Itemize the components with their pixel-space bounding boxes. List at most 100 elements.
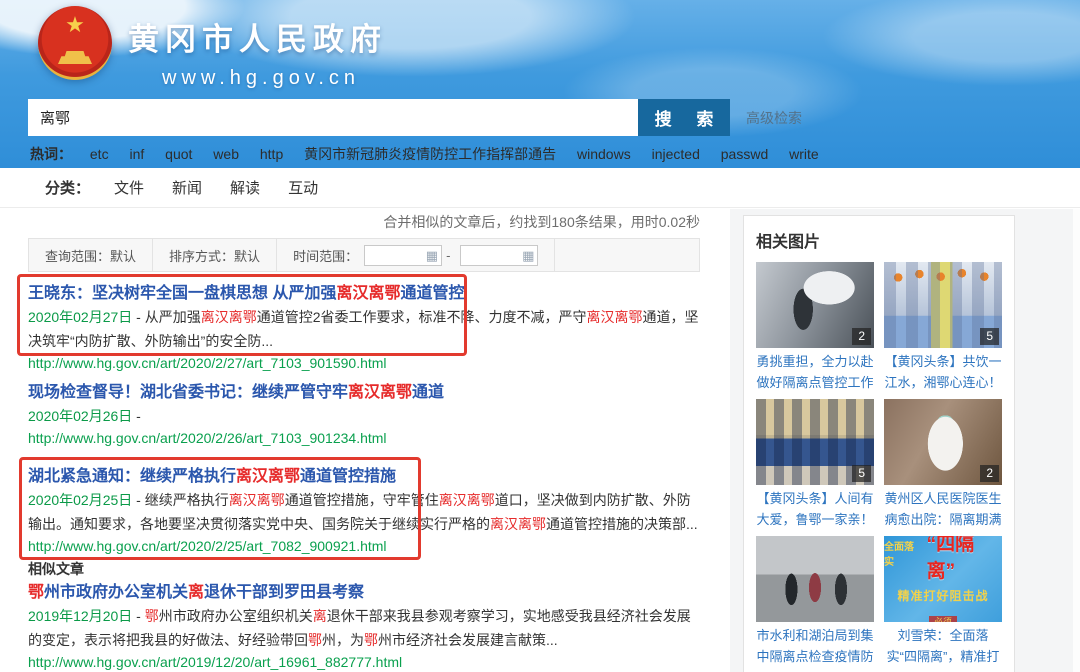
- related-image-card[interactable]: 2 黄州区人民医院医生病愈出院：隔离期满后第: [884, 399, 1002, 532]
- hot-words-label: 热词：: [30, 146, 72, 162]
- filter-sort[interactable]: 排序方式： 默认: [153, 239, 277, 271]
- hot-word[interactable]: injected: [652, 146, 700, 162]
- hot-word[interactable]: inf: [129, 146, 144, 162]
- result-date: 2020年02月26日: [28, 408, 132, 424]
- hot-word[interactable]: passwd: [721, 146, 768, 162]
- search-result: 湖北紧急通知：继续严格执行离汉离鄂通道管控措施 2020年02月25日 - 继续…: [28, 466, 700, 556]
- related-image-thumbnail[interactable]: [756, 536, 874, 622]
- site-title: 黄冈市人民政府: [128, 14, 387, 59]
- result-snippet: 2020年02月27日 - 从严加强离汉离鄂通道管控2省委工作要求，标准不降、力…: [28, 305, 700, 353]
- category-tab-interaction[interactable]: 互动: [288, 177, 318, 198]
- result-url-link[interactable]: http://www.hg.gov.cn/art/2020/2/26/art_7…: [28, 428, 700, 448]
- results-column: 合并相似的文章后，约找到180条结果，用时0.02秒 查询范围： 默认 排序方式…: [28, 212, 700, 672]
- site-url: www.hg.gov.cn: [128, 67, 387, 90]
- filter-time-range: 时间范围： ▦ - ▦: [277, 239, 555, 271]
- related-image-card[interactable]: 市水利和湖泊局到集中隔离点检查疫情防控工: [756, 536, 874, 669]
- filter-sort-value[interactable]: 默认: [234, 246, 260, 265]
- result-snippet: 2020年02月26日 -: [28, 404, 700, 428]
- poster-footer-text: 必须: [929, 616, 957, 622]
- hot-words-row: 热词： etc inf quot web http 黄冈市新冠肺炎疫情防控工作指…: [30, 144, 836, 164]
- filter-scope-value[interactable]: 默认: [110, 246, 136, 265]
- hot-word[interactable]: http: [260, 146, 283, 162]
- national-emblem-logo: [38, 6, 112, 80]
- result-url-link[interactable]: http://www.hg.gov.cn/art/2020/2/25/art_7…: [28, 536, 700, 556]
- related-image-thumbnail-poster[interactable]: 全面落实 “四隔离” 精准打好阻击战 必须: [884, 536, 1002, 622]
- image-count-badge: 2: [852, 328, 871, 345]
- date-range-separator: -: [446, 248, 450, 263]
- search-result: 鄂州市政府办公室机关离退休干部到罗田县考察 2019年12月20日 - 鄂州市政…: [28, 582, 700, 672]
- image-count-badge: 5: [852, 465, 871, 482]
- hot-word[interactable]: write: [789, 146, 819, 162]
- result-date: 2020年02月27日: [28, 309, 132, 325]
- poster-subline-text: 精准打好阻击战: [897, 587, 988, 604]
- search-bar: 搜 索 高级检索: [28, 99, 802, 136]
- advanced-search-link[interactable]: 高级检索: [746, 108, 802, 128]
- image-count-badge: 2: [980, 465, 999, 482]
- search-button[interactable]: 搜 索: [638, 99, 730, 136]
- search-result: 王晓东：坚决树牢全国一盘棋思想 从严加强离汉离鄂通道管控 2020年02月27日…: [28, 283, 700, 373]
- related-image-caption[interactable]: 【黄冈头条】人间有大爱，鲁鄂一家亲！: [756, 488, 874, 532]
- search-results-page: 黄冈市人民政府 www.hg.gov.cn 搜 索 高级检索 热词： etc i…: [0, 0, 1080, 672]
- calendar-icon[interactable]: ▦: [522, 249, 534, 262]
- filter-scope-label: 查询范围：: [45, 246, 110, 265]
- results-list: 王晓东：坚决树牢全国一盘棋思想 从严加强离汉离鄂通道管控 2020年02月27日…: [28, 283, 700, 672]
- related-image-caption[interactable]: 市水利和湖泊局到集中隔离点检查疫情防控工: [756, 625, 874, 669]
- related-image-card[interactable]: 5 【黄冈头条】人间有大爱，鲁鄂一家亲！: [756, 399, 874, 532]
- poster-prefix-text: 全面落实: [884, 538, 924, 568]
- filter-time-label: 时间范围：: [293, 246, 358, 265]
- result-snippet: 2020年02月25日 - 继续严格执行离汉离鄂通道管控措施，守牢管住离汉离鄂道…: [28, 488, 700, 536]
- image-count-badge: 5: [980, 328, 999, 345]
- result-snippet: 2019年12月20日 - 鄂州市政府办公室组织机关离退休干部来我县参观考察学习…: [28, 604, 700, 652]
- hot-word[interactable]: etc: [90, 146, 109, 162]
- result-date: 2019年12月20日: [28, 608, 132, 624]
- category-tab-news[interactable]: 新闻: [172, 177, 202, 198]
- related-image-caption[interactable]: 刘雪荣：全面落实“四隔离”，精准打好阻: [884, 625, 1002, 669]
- related-image-caption[interactable]: 勇挑重担，全力以赴做好隔离点管控工作: [756, 351, 874, 395]
- meta-separator: -: [132, 408, 141, 424]
- scrollbar-track[interactable]: [1073, 209, 1080, 672]
- category-tab-files[interactable]: 文件: [114, 177, 144, 198]
- calendar-icon[interactable]: ▦: [426, 249, 438, 262]
- related-images-title: 相关图片: [756, 228, 1002, 252]
- date-to-input[interactable]: ▦: [460, 245, 538, 266]
- meta-separator: -: [132, 608, 144, 624]
- related-image-thumbnail[interactable]: 2: [756, 262, 874, 348]
- related-image-thumbnail[interactable]: 2: [884, 399, 1002, 485]
- filter-bar: 查询范围： 默认 排序方式： 默认 时间范围： ▦ - ▦: [28, 238, 700, 272]
- result-title-link[interactable]: 湖北紧急通知：继续严格执行离汉离鄂通道管控措施: [28, 466, 700, 488]
- similar-articles-label: 相似文章: [28, 560, 700, 578]
- result-url-link[interactable]: http://www.hg.gov.cn/art/2020/2/27/art_7…: [28, 353, 700, 373]
- site-header: 黄冈市人民政府 www.hg.gov.cn 搜 索 高级检索 热词： etc i…: [0, 0, 1080, 168]
- result-title-link[interactable]: 鄂州市政府办公室机关离退休干部到罗田县考察: [28, 582, 700, 604]
- related-image-card[interactable]: 5 【黄冈头条】共饮一江水，湘鄂心连心！: [884, 262, 1002, 395]
- related-image-caption[interactable]: 黄州区人民医院医生病愈出院：隔离期满后第: [884, 488, 1002, 532]
- poster-headline-text: “四隔离”: [927, 536, 1002, 583]
- related-image-thumbnail[interactable]: 5: [884, 262, 1002, 348]
- hot-word[interactable]: windows: [577, 146, 631, 162]
- result-url-link[interactable]: http://www.hg.gov.cn/art/2019/12/20/art_…: [28, 652, 700, 672]
- result-title-link[interactable]: 现场检查督导！湖北省委书记：继续严管守牢离汉离鄂通道: [28, 382, 700, 404]
- site-brand: 黄冈市人民政府 www.hg.gov.cn: [38, 6, 387, 90]
- filter-scope[interactable]: 查询范围： 默认: [29, 239, 153, 271]
- related-image-caption[interactable]: 【黄冈头条】共饮一江水，湘鄂心连心！: [884, 351, 1002, 395]
- search-input[interactable]: [28, 99, 638, 136]
- result-stats: 合并相似的文章后，约找到180条结果，用时0.02秒: [28, 212, 700, 232]
- related-image-card[interactable]: 全面落实 “四隔离” 精准打好阻击战 必须 刘雪荣：全面落实“四隔离”，精准打好…: [884, 536, 1002, 669]
- related-images-panel: 相关图片 2 勇挑重担，全力以赴做好隔离点管控工作 5 【黄冈头条】共饮一江水，…: [743, 215, 1015, 672]
- related-image-card[interactable]: 2 勇挑重担，全力以赴做好隔离点管控工作: [756, 262, 874, 395]
- related-images-grid: 2 勇挑重担，全力以赴做好隔离点管控工作 5 【黄冈头条】共饮一江水，湘鄂心连心…: [756, 262, 1002, 672]
- meta-separator: -: [132, 492, 144, 508]
- hot-word[interactable]: quot: [165, 146, 192, 162]
- result-title-link[interactable]: 王晓东：坚决树牢全国一盘棋思想 从严加强离汉离鄂通道管控: [28, 283, 700, 305]
- result-date: 2020年02月25日: [28, 492, 132, 508]
- hot-word[interactable]: 黄冈市新冠肺炎疫情防控工作指挥部通告: [304, 146, 556, 162]
- related-image-thumbnail[interactable]: 5: [756, 399, 874, 485]
- meta-separator: -: [132, 309, 144, 325]
- date-from-input[interactable]: ▦: [364, 245, 442, 266]
- category-tab-interpretation[interactable]: 解读: [230, 177, 260, 198]
- filter-spacer: [555, 239, 699, 271]
- category-bar: 分类： 文件 新闻 解读 互动: [0, 168, 1080, 208]
- hot-word[interactable]: web: [213, 146, 239, 162]
- filter-sort-label: 排序方式：: [169, 246, 234, 265]
- search-result: 现场检查督导！湖北省委书记：继续严管守牢离汉离鄂通道 2020年02月26日 -…: [28, 382, 700, 448]
